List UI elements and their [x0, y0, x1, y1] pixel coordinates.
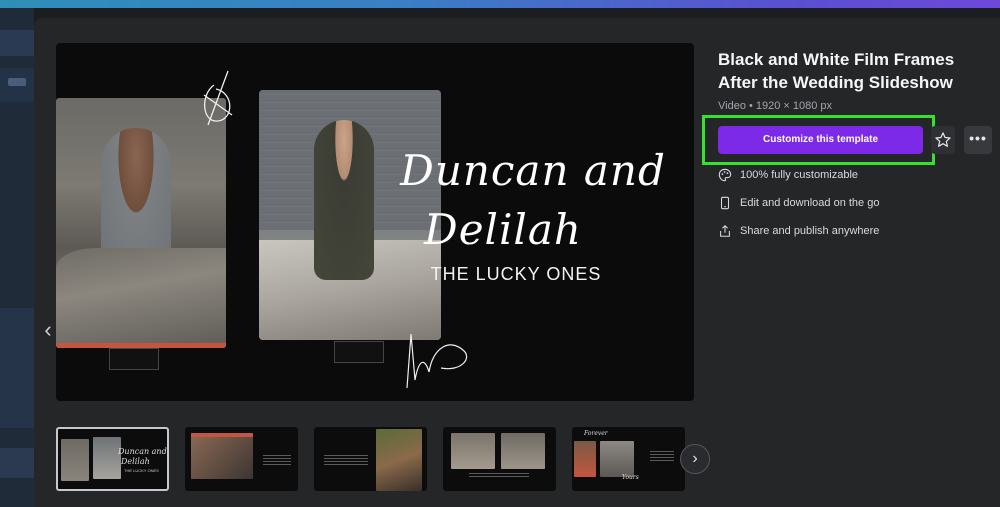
couple-names-line2: Delilah: [424, 205, 582, 254]
man-figure: [101, 128, 171, 268]
background-strip: [0, 308, 34, 428]
thumb-text-lines: [263, 455, 291, 465]
couple-names-line1: Duncan and: [400, 146, 666, 195]
tagline: THE LUCKY ONES: [430, 264, 602, 284]
phone-icon: [720, 196, 730, 210]
feature-share: Share and publish anywhere: [718, 223, 879, 239]
background-strip: [0, 30, 34, 56]
more-options-button[interactable]: •••: [964, 126, 992, 154]
thumb-script: Yours: [622, 474, 639, 481]
customize-template-button[interactable]: Customize this template: [718, 126, 923, 154]
background-strip: [8, 78, 26, 86]
signature-decoration: [406, 333, 468, 389]
blanket: [56, 248, 226, 348]
thumbnail-slide-4[interactable]: [443, 427, 556, 491]
thumb-photo: [376, 429, 422, 491]
thumb-script: Forever: [584, 430, 608, 437]
couple-photo-man: [56, 98, 226, 348]
feature-label: Share and publish anywhere: [740, 225, 880, 237]
share-icon: [720, 225, 730, 237]
thumb-photo: [93, 437, 121, 479]
template-preview-modal: ‹ Duncan and Delilah THE LUCKY ONES Blac…: [34, 18, 1000, 507]
woman-figure: [314, 120, 374, 280]
star-icon: [935, 132, 951, 147]
feature-label: Edit and download on the go: [740, 197, 880, 209]
thumb-text-lines: [324, 455, 368, 465]
thumb-text-lines: [469, 473, 529, 479]
background-strip: [0, 448, 34, 478]
thumb-photo: [191, 433, 253, 479]
feature-label: 100% fully customizable: [740, 169, 859, 181]
scribble-decoration: [203, 70, 233, 126]
film-frame-tab: [109, 348, 159, 370]
template-preview-video[interactable]: Duncan and Delilah THE LUCKY ONES: [56, 43, 694, 401]
thumbnail-slide-1[interactable]: Duncan and Delilah THE LUCKY ONES: [56, 427, 169, 491]
top-gradient-bar: [0, 0, 1000, 8]
thumb-film-edge: [191, 433, 253, 437]
back-arrow-icon[interactable]: ‹: [40, 318, 56, 342]
favorite-button[interactable]: [931, 126, 955, 154]
thumbnail-slide-5[interactable]: Forever Yours: [572, 427, 685, 491]
thumb-photo: [501, 433, 545, 469]
thumb-photo: [451, 433, 495, 469]
feature-mobile: Edit and download on the go: [718, 195, 879, 211]
thumb-caption: THE LUCKY ONES: [124, 468, 159, 473]
thumb-script-line2: Delilah: [121, 457, 150, 466]
thumb-photo: [574, 441, 596, 477]
template-title: Black and White Film Frames After the We…: [718, 50, 955, 92]
template-meta: Video • 1920 × 1080 px: [718, 100, 833, 112]
background-page-left: [0, 8, 34, 507]
thumbnail-slide-3[interactable]: [314, 427, 427, 491]
thumb-photo: [600, 441, 634, 477]
slide-thumbnails: Duncan and Delilah THE LUCKY ONES Foreve…: [56, 427, 696, 491]
template-info: Black and White Film Frames After the We…: [718, 48, 988, 112]
thumb-photo: [61, 439, 89, 481]
next-thumbnails-button[interactable]: ›: [680, 444, 710, 474]
film-frame-tab: [334, 341, 384, 363]
feature-customizable: 100% fully customizable: [718, 167, 858, 183]
thumbnail-slide-2[interactable]: [185, 427, 298, 491]
thumb-script-line1: Duncan and: [118, 447, 167, 456]
palette-icon: [718, 168, 732, 182]
thumb-text-lines: [650, 451, 674, 461]
